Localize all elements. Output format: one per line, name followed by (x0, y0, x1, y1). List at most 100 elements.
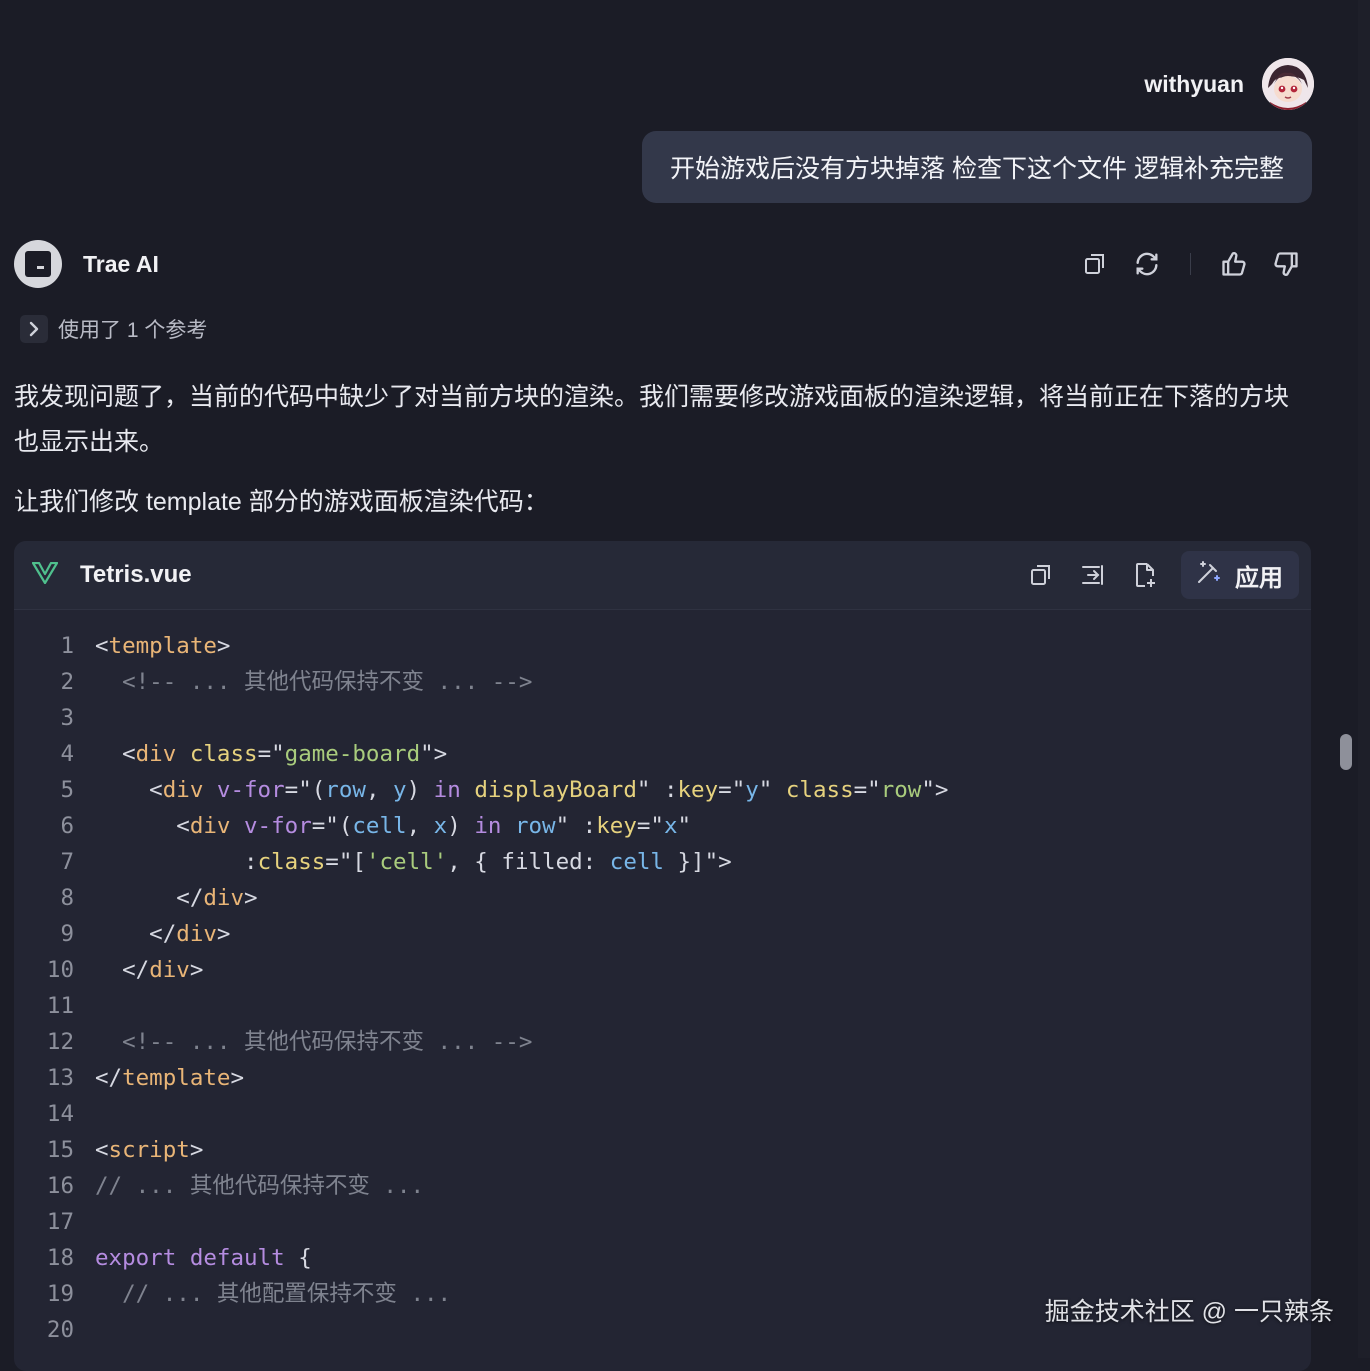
line-content: // ... 其他代码保持不变 ... (74, 1168, 424, 1204)
code-token: cell (609, 849, 664, 875)
code-token: =" (853, 777, 881, 803)
apply-button[interactable]: 应用 (1181, 551, 1299, 599)
user-message-bubble: 开始游戏后没有方块掉落 检查下这个文件 逻辑补充完整 (642, 131, 1312, 203)
line-content (74, 700, 109, 736)
code-token: template (122, 1065, 231, 1091)
code-token: =" (257, 741, 285, 767)
code-token: < (95, 741, 136, 767)
code-body[interactable]: 1 <template> 2 <!-- ... 其他代码保持不变 ... --> 3 … (14, 610, 1311, 1348)
code-token: "> (420, 741, 448, 767)
code-line: 3 (14, 700, 1311, 736)
code-token: > (216, 921, 231, 947)
line-content: // ... 其他配置保持不变 ... (74, 1276, 451, 1312)
code-line: 7 :class="['cell', { filled: cell }]"> (14, 844, 1311, 880)
line-content: </div> (74, 880, 258, 916)
code-token: in (474, 813, 502, 839)
trae-logo-icon (14, 240, 62, 288)
code-token: <!-- ... 其他代码保持不变 ... --> (95, 1029, 533, 1055)
code-token: < (95, 813, 190, 839)
line-content: <script> (74, 1132, 203, 1168)
new-file-icon[interactable] (1119, 553, 1171, 597)
code-token: > (244, 885, 258, 911)
code-line: 18 export default { (14, 1240, 1311, 1276)
user-header: withyuan (1144, 58, 1314, 110)
code-token: </ (95, 921, 177, 947)
line-number: 1 (60, 633, 74, 659)
code-token: div (203, 885, 245, 911)
code-token: ) (406, 777, 434, 803)
user-avatar[interactable] (1262, 58, 1314, 110)
actions-divider (1190, 253, 1191, 275)
line-number: 17 (46, 1209, 74, 1235)
code-token: " : (636, 777, 678, 803)
scrollbar-thumb[interactable] (1340, 734, 1352, 770)
code-token: row (880, 777, 922, 803)
code-line: 16 // ... 其他代码保持不变 ... (14, 1168, 1311, 1204)
thumbs-up-icon[interactable] (1208, 242, 1260, 286)
code-actions: 应用 (1015, 551, 1299, 599)
line-number: 5 (60, 777, 74, 803)
code-token: div (189, 813, 231, 839)
code-line: 2 <!-- ... 其他代码保持不变 ... --> (14, 664, 1311, 700)
references-toggle[interactable]: 使用了 1 个参考 (20, 314, 207, 344)
code-line: 10 </div> (14, 952, 1311, 988)
thumbs-down-icon[interactable] (1260, 242, 1312, 286)
line-content: <div v-for="(row, y) in displayBoard" :k… (74, 772, 948, 808)
code-token: " (758, 777, 786, 803)
assistant-paragraph-1: 我发现问题了，当前的代码中缺少了对当前方块的渲染。我们需要修改游戏面板的渲染逻辑… (14, 383, 1290, 456)
line-content: <!-- ... 其他代码保持不变 ... --> (74, 664, 532, 700)
message-actions (1069, 242, 1312, 286)
regenerate-icon[interactable] (1121, 242, 1173, 286)
code-token: y (745, 777, 759, 803)
code-token: > (189, 957, 204, 983)
code-token: v-for (216, 777, 285, 803)
line-number: 6 (60, 813, 74, 839)
vue-file-icon (31, 561, 59, 589)
code-token: </ (95, 1065, 123, 1091)
code-token: // ... 其他配置保持不变 ... (95, 1281, 452, 1307)
code-token: class (189, 741, 258, 767)
insert-code-icon[interactable] (1067, 553, 1119, 597)
code-token: div (176, 921, 217, 947)
copy-icon[interactable] (1069, 242, 1121, 286)
code-token: row (514, 813, 556, 839)
code-token: ="[ (325, 849, 366, 875)
code-token: v-for (244, 813, 312, 839)
code-block: Tetris.vue 应用 1 <template> 2 <!-- ... 其他… (14, 541, 1311, 1371)
code-token: </ (95, 957, 150, 983)
code-token: " (677, 813, 692, 839)
line-number: 8 (60, 885, 74, 911)
code-token: class (257, 849, 326, 875)
code-token: > (230, 1065, 245, 1091)
apply-label: 应用 (1235, 564, 1283, 592)
line-number: 18 (46, 1245, 74, 1271)
line-content (74, 1312, 109, 1348)
code-token: in (433, 777, 461, 803)
code-token: < (95, 1137, 109, 1163)
line-content: <div v-for="(cell, x) in row" :key="x" (74, 808, 691, 844)
line-number: 15 (46, 1137, 74, 1163)
code-token: : (95, 849, 258, 875)
line-content: </div> (74, 952, 203, 988)
code-token: div (149, 957, 190, 983)
code-token: row (325, 777, 366, 803)
code-token: ="( (284, 777, 326, 803)
copy-code-icon[interactable] (1015, 553, 1067, 597)
code-line: 4 <div class="game-board"> (14, 736, 1311, 772)
code-token: }]"> (663, 849, 732, 875)
code-token: < (95, 777, 163, 803)
code-token: < (95, 633, 109, 659)
code-token: 'cell' (365, 849, 448, 875)
line-number: 7 (60, 849, 74, 875)
line-number: 19 (46, 1281, 74, 1307)
references-label: 使用了 1 个参考 (58, 319, 208, 342)
code-token: =" (636, 813, 664, 839)
line-content: <!-- ... 其他代码保持不变 ... --> (74, 1024, 532, 1060)
scrollbar-track[interactable] (1358, 0, 1370, 1358)
chevron-right-icon (20, 315, 48, 343)
line-number: 10 (46, 957, 74, 983)
code-token: "> (921, 777, 949, 803)
